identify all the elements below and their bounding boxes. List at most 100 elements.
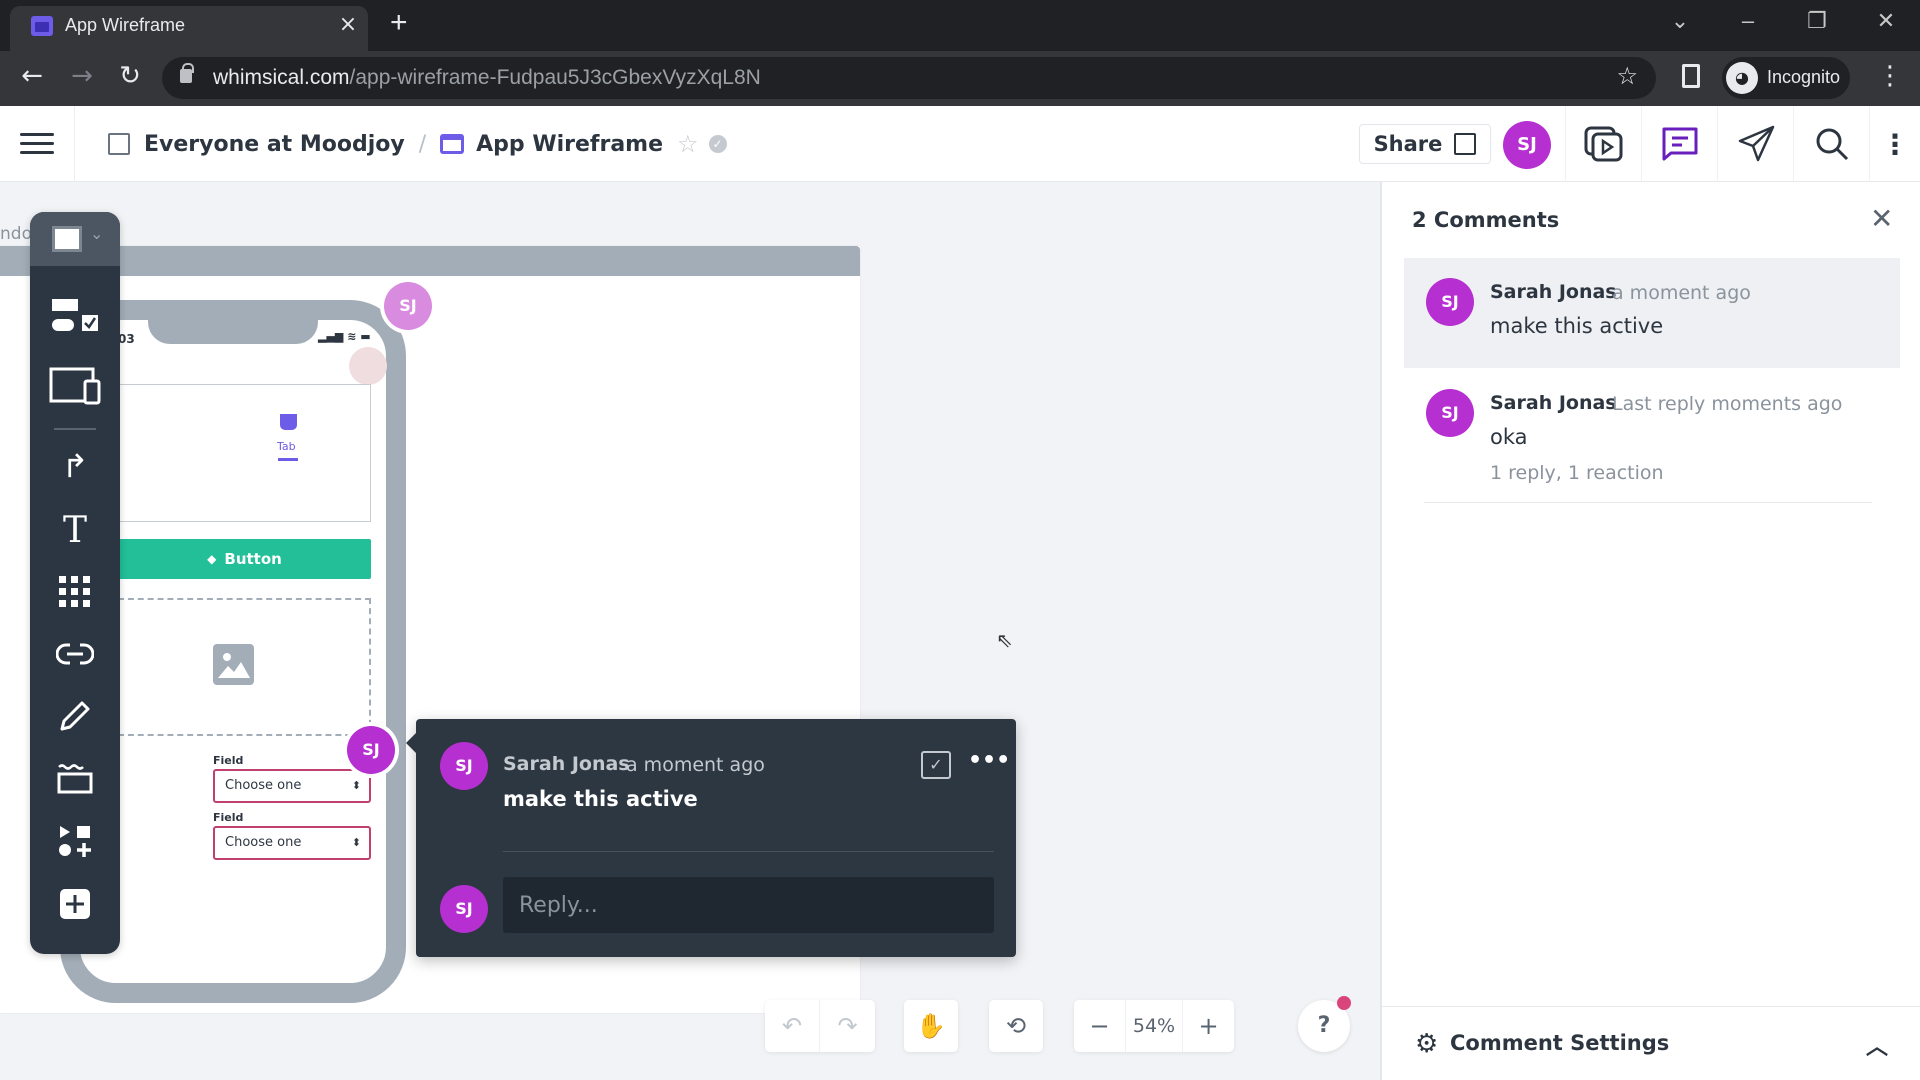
browser-tab[interactable]: App Wireframe × (10, 6, 368, 51)
comment-meta[interactable]: 1 reply, 1 reaction (1490, 462, 1664, 484)
container-tool[interactable] (30, 752, 120, 804)
comments-button[interactable] (1641, 106, 1717, 182)
tab-search-button[interactable]: ⌄ (1660, 8, 1700, 34)
connector-arrow-icon: ↱ (61, 447, 89, 485)
tab-bar-element[interactable] (118, 384, 371, 522)
redo-button[interactable]: ↷ (820, 1000, 875, 1052)
connector-tool[interactable]: ↱ (30, 440, 120, 492)
popup-divider (503, 851, 994, 852)
send-button[interactable] (1717, 106, 1793, 182)
plus-square-icon (60, 889, 90, 919)
tab-underline (278, 458, 298, 461)
undo-button[interactable]: ↶ (765, 1000, 820, 1052)
incognito-profile[interactable]: ◕ Incognito (1722, 57, 1850, 99)
chevron-up-icon[interactable]: ︿ (1866, 1029, 1888, 1061)
comment-author: Sarah Jonas (1490, 392, 1617, 414)
phone-notch (148, 314, 318, 344)
select-field[interactable]: Choose one (213, 769, 371, 803)
ghost-pin (349, 347, 387, 385)
side-panel-icon[interactable] (1682, 64, 1700, 88)
icons-tool[interactable] (30, 566, 120, 618)
zoom-in-button[interactable]: + (1182, 1000, 1234, 1052)
present-icon (1584, 126, 1622, 162)
app-header: Everyone at Moodjoy / App Wireframe ☆ ✓ … (0, 106, 1920, 182)
present-button[interactable] (1565, 106, 1641, 182)
comment-author: Sarah Jonas (503, 753, 630, 775)
restore-button[interactable]: ❐ (1797, 8, 1837, 34)
comment-icon (1662, 127, 1697, 161)
image-icon (213, 644, 254, 685)
field-label: Field (213, 754, 244, 767)
comment-settings-bar[interactable]: ⚙ Comment Settings ︿ (1382, 1006, 1920, 1080)
history-button[interactable]: ⟲ (989, 1000, 1043, 1052)
comment-pin[interactable]: SJ (384, 282, 432, 330)
building-icon (108, 133, 130, 155)
history-icon: ⟲ (1005, 1012, 1027, 1040)
add-tool[interactable] (30, 878, 120, 930)
zoom-out-button[interactable]: − (1074, 1000, 1126, 1052)
field-label: Field (213, 811, 244, 824)
tools-toolbar: ⌄ ↱ T (30, 212, 120, 954)
breadcrumb: Everyone at Moodjoy / App Wireframe ☆ ✓ (108, 126, 727, 162)
link-tool[interactable] (30, 628, 120, 680)
favorite-star-icon[interactable]: ☆ (677, 130, 699, 158)
frame-title-bar (0, 246, 860, 276)
window-close-button[interactable]: ✕ (1866, 8, 1906, 34)
browser-menu-icon[interactable]: ⋮ (1870, 61, 1910, 91)
header-divider (74, 106, 75, 182)
browser-frame-icon (52, 226, 82, 252)
wireframe-icon (440, 134, 465, 154)
container-icon (57, 764, 93, 794)
close-panel-icon[interactable]: ✕ (1870, 202, 1893, 235)
comment-time: Last reply moments ago (1612, 393, 1843, 415)
bookmark-star-icon[interactable]: ☆ (1616, 62, 1638, 90)
breadcrumb-separator: / (418, 131, 427, 157)
comment-avatar: SJ (1426, 278, 1474, 326)
incognito-icon: ◕ (1726, 62, 1758, 94)
device-frames-tool[interactable] (30, 360, 120, 412)
toolbar-divider (54, 428, 96, 430)
comment-pin-active[interactable]: SJ (347, 726, 395, 774)
search-button[interactable] (1793, 106, 1869, 182)
new-tab-button[interactable]: + (390, 6, 408, 40)
back-button[interactable]: ← (12, 61, 52, 91)
undo-redo-group: ↶ ↷ (765, 1000, 875, 1052)
board-title[interactable]: App Wireframe (476, 132, 663, 157)
gear-icon: ⚙ (1415, 1029, 1439, 1059)
url-text[interactable]: whimsical.com/app-wireframe-Fudpau5J3cGb… (213, 66, 761, 90)
forward-button[interactable]: → (62, 61, 102, 91)
minimize-button[interactable]: – (1728, 8, 1768, 34)
lock-icon (180, 63, 194, 83)
breadcrumb-workspace[interactable]: Everyone at Moodjoy (144, 132, 405, 157)
building-icon (1454, 133, 1477, 155)
phone-status-icons: ▂▄▆ ≋ ▬ (318, 330, 371, 343)
shapes-tool[interactable] (30, 815, 120, 867)
hamburger-menu-icon[interactable] (20, 133, 54, 155)
address-bar[interactable]: whimsical.com/app-wireframe-Fudpau5J3cGb… (162, 57, 1656, 99)
grid-icon (59, 576, 90, 607)
select-field[interactable]: Choose one (213, 826, 371, 860)
user-avatar[interactable]: SJ (1503, 121, 1551, 169)
comment-text: make this active (1490, 314, 1664, 338)
wireframe-components-tool[interactable] (30, 291, 120, 343)
resolve-comment-icon[interactable]: ✓ (921, 751, 951, 779)
pencil-tool[interactable] (30, 690, 120, 742)
share-button[interactable]: Share (1359, 124, 1491, 164)
text-tool[interactable]: T (30, 504, 120, 556)
zoom-level[interactable]: 54% (1126, 1000, 1182, 1052)
wireframe-button[interactable]: ◆ Button (118, 539, 371, 579)
reply-input[interactable] (503, 877, 994, 933)
comment-author: Sarah Jonas (1490, 281, 1617, 303)
notification-dot (1337, 996, 1351, 1010)
tab-close-button[interactable]: × (336, 12, 360, 37)
comment-more-icon[interactable]: ••• (968, 748, 1010, 773)
comment-time: a moment ago (626, 754, 765, 776)
comment-thread-item[interactable] (1404, 258, 1900, 368)
reload-button[interactable]: ↻ (110, 61, 150, 91)
hand-icon: ✋ (916, 1012, 946, 1040)
frame-type-dropdown[interactable]: ⌄ (30, 212, 120, 266)
browser-nav-bar: ← → ↻ whimsical.com/app-wireframe-Fudpau… (0, 51, 1920, 106)
more-options-icon[interactable]: ⋮ (1869, 106, 1920, 182)
pan-button[interactable]: ✋ (904, 1000, 958, 1052)
components-icon (52, 299, 98, 331)
